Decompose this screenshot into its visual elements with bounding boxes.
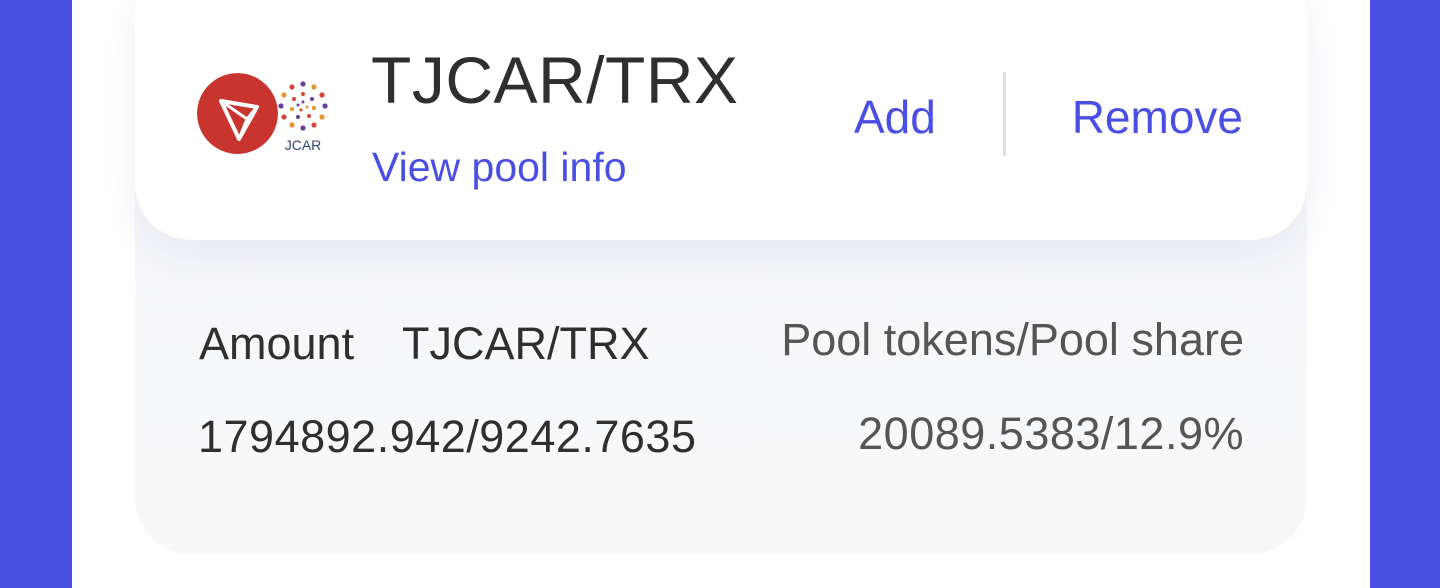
jcar-icon: JCAR — [274, 78, 336, 154]
amount-pair-label: TJCAR/TRX — [402, 318, 650, 369]
jcar-logo-text: JCAR — [285, 137, 322, 153]
divider — [1003, 72, 1006, 156]
view-pool-info-link[interactable]: View pool info — [372, 144, 627, 191]
amount-value: 1794892.942/9242.7635 — [198, 411, 697, 462]
pool-tokens-share-label: Pool tokens/Pool share — [781, 314, 1244, 365]
add-liquidity-button[interactable]: Add — [854, 90, 936, 144]
pool-header: JCAR TJCAR/TRX View pool info Add Remove — [135, 0, 1307, 240]
pair-title: TJCAR/TRX — [371, 43, 739, 117]
tron-icon — [197, 73, 278, 154]
remove-liquidity-button[interactable]: Remove — [1072, 90, 1243, 144]
pool-tokens-share-value: 20089.5383/12.9% — [858, 408, 1244, 459]
page: JCAR TJCAR/TRX View pool info Add Remove… — [72, 0, 1370, 588]
pool-card: JCAR TJCAR/TRX View pool info Add Remove… — [135, 0, 1307, 554]
amount-label: Amount — [199, 318, 355, 369]
